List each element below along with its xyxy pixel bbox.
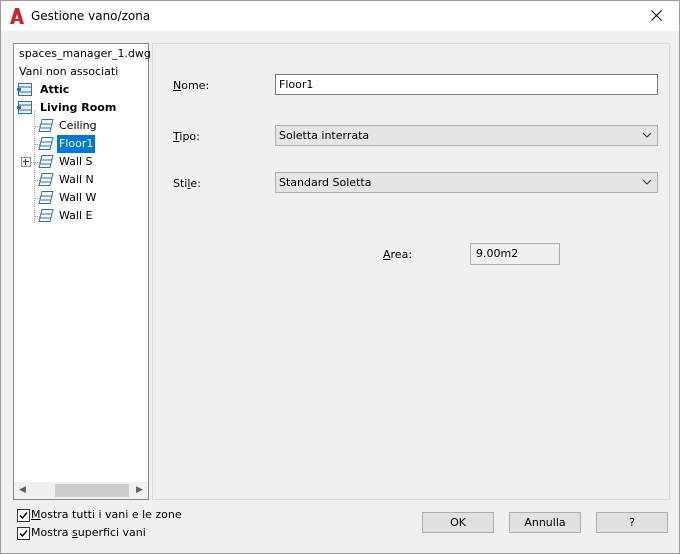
show-surfaces-label: Mostra superfici vani xyxy=(31,526,146,539)
tipo-label: Tipo: xyxy=(173,130,200,143)
nome-input[interactable]: Floor1 xyxy=(275,74,658,95)
chevron-down-icon xyxy=(642,179,652,185)
surface-icon xyxy=(38,173,54,186)
scroll-right-arrow-icon[interactable]: ▶ xyxy=(131,482,148,499)
tree-item-wall-e[interactable]: Wall E xyxy=(14,207,148,225)
surface-icon xyxy=(38,155,54,168)
tree-item-label: Attic xyxy=(40,83,70,96)
cancel-button[interactable]: Annulla xyxy=(509,512,581,533)
tree-item-attic[interactable]: Attic xyxy=(14,81,148,99)
tree-item-label: Vani non associati xyxy=(19,65,119,78)
tree-item-label: Floor1 xyxy=(57,135,96,153)
autocad-logo-icon xyxy=(10,8,24,24)
tree-horizontal-scrollbar[interactable]: ◀ ▶ xyxy=(14,482,148,499)
tree-item-label: Living Room xyxy=(40,101,117,114)
space-group-icon xyxy=(17,101,32,114)
stile-selected-value: Standard Soletta xyxy=(279,176,372,189)
show-all-checkbox[interactable] xyxy=(17,509,30,522)
tree-item-label: spaces_manager_1.dwg xyxy=(19,47,151,60)
title-bar: Gestione vano/zona xyxy=(1,1,679,31)
tipo-selected-value: Soletta interrata xyxy=(279,129,370,142)
surface-icon xyxy=(38,137,54,150)
tree-item-label: Ceiling xyxy=(59,119,97,132)
dialog-window: Gestione vano/zona spaces_manager_1.dwg … xyxy=(0,0,680,554)
stile-label: Stile: xyxy=(173,177,201,190)
close-button[interactable] xyxy=(635,1,679,31)
surface-icon xyxy=(38,119,54,132)
tree-item-floor1[interactable]: Floor1 xyxy=(14,135,148,153)
tipo-dropdown[interactable]: Soletta interrata xyxy=(275,125,658,146)
show-all-label: Mostra tutti i vani e le zone xyxy=(31,508,182,521)
tree-item-wall-w[interactable]: Wall W xyxy=(14,189,148,207)
scrollbar-thumb[interactable] xyxy=(55,484,129,497)
help-button[interactable]: ? xyxy=(596,512,668,533)
checkmark-icon xyxy=(19,530,28,538)
surface-icon xyxy=(38,191,54,204)
space-group-icon xyxy=(17,83,32,96)
tree-item-wall-n[interactable]: Wall N xyxy=(14,171,148,189)
tree-item-label: Wall E xyxy=(59,209,93,222)
window-title: Gestione vano/zona xyxy=(31,9,151,23)
chevron-down-icon xyxy=(642,132,652,138)
tree-item-label: Wall N xyxy=(59,173,94,186)
surface-icon xyxy=(38,209,54,222)
nome-label: Nome: xyxy=(173,79,210,92)
tree-item-ceiling[interactable]: Ceiling xyxy=(14,117,148,135)
properties-panel: Nome: Floor1 Tipo: Soletta interrata Sti… xyxy=(152,43,670,500)
checkmark-icon xyxy=(19,512,28,520)
stile-dropdown[interactable]: Standard Soletta xyxy=(275,172,658,193)
space-tree[interactable]: spaces_manager_1.dwg Vani non associati … xyxy=(13,43,151,500)
scroll-left-arrow-icon[interactable]: ◀ xyxy=(14,482,31,499)
area-label: Area: xyxy=(383,248,413,261)
close-icon xyxy=(651,10,662,21)
tree-item-label: Wall W xyxy=(59,191,97,204)
show-surfaces-checkbox[interactable] xyxy=(17,527,30,540)
tree-item-wall-s[interactable]: Wall S xyxy=(14,153,148,171)
expand-plus-icon[interactable] xyxy=(21,157,31,167)
tree-item-living-room[interactable]: Living Room xyxy=(14,99,148,117)
area-value: 9.00m2 xyxy=(470,243,560,265)
ok-button[interactable]: OK xyxy=(422,512,494,533)
tree-item-label: Wall S xyxy=(59,155,93,168)
